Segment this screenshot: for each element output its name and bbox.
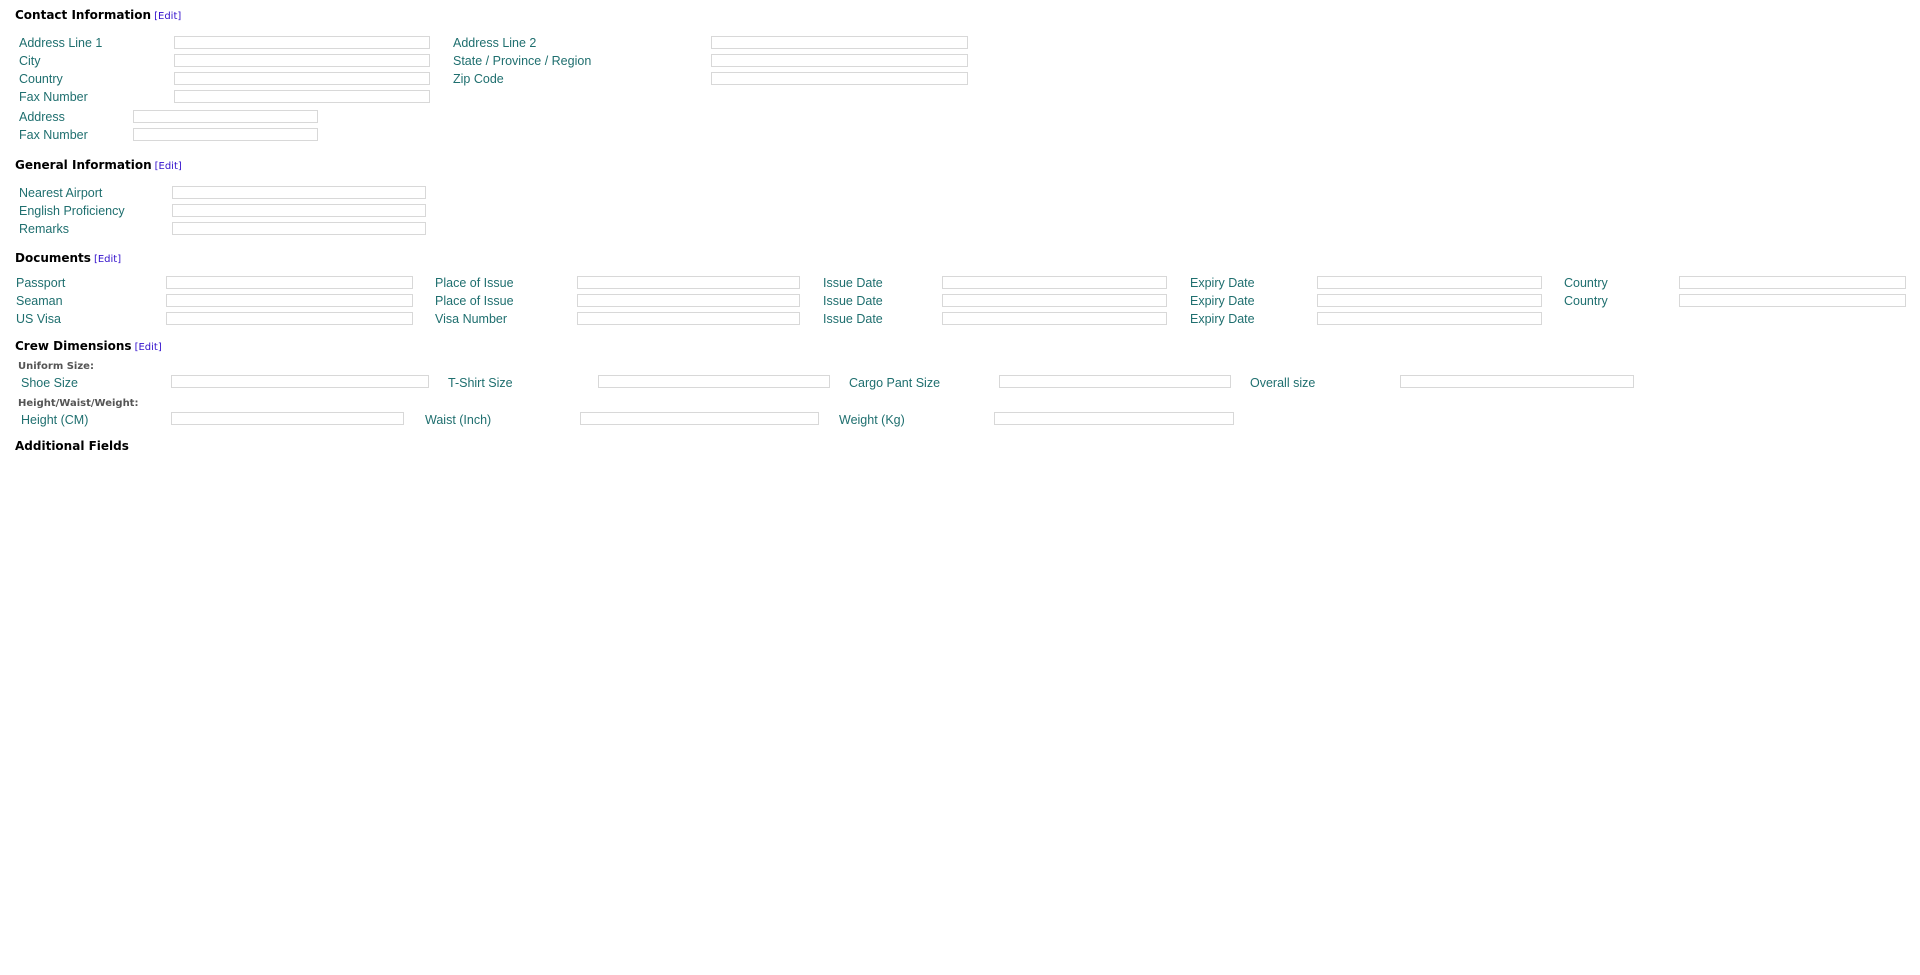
us-visa-expiry-date-field (1317, 312, 1542, 325)
passport-place-of-issue-field (577, 276, 800, 289)
passport-expiry-date-label: Expiry Date (1190, 276, 1255, 290)
weight-label: Weight (Kg) (839, 413, 905, 427)
crew-dimensions-title: Crew Dimensions (15, 339, 132, 353)
english-proficiency-field (172, 204, 426, 217)
passport-issue-date-label: Issue Date (823, 276, 883, 290)
remarks-label: Remarks (19, 222, 70, 236)
address-field (133, 110, 318, 123)
nearest-airport-field (172, 186, 426, 199)
cargo-pant-size-label: Cargo Pant Size (849, 376, 941, 390)
seaman-expiry-date-label: Expiry Date (1190, 294, 1255, 308)
seaman-issue-date-field (942, 294, 1167, 307)
overall-size-label: Overall size (1250, 376, 1316, 390)
general-information-title: General Information (15, 158, 152, 172)
us-visa-number-field (166, 312, 413, 325)
zip-code-label: Zip Code (453, 72, 504, 86)
passport-expiry-date-field (1317, 276, 1542, 289)
height-label: Height (CM) (21, 413, 89, 427)
documents-edit-link[interactable]: [Edit] (94, 254, 121, 265)
fax-number-label: Fax Number (19, 90, 88, 104)
country-label: Country (19, 72, 63, 86)
state-label: State / Province / Region (453, 54, 592, 68)
passport-country-field (1679, 276, 1906, 289)
contact-edit-link[interactable]: [Edit] (154, 11, 181, 22)
us-visa-issue-date-label: Issue Date (823, 312, 883, 326)
fax-number-field (174, 90, 430, 103)
state-field (711, 54, 968, 67)
general-edit-link[interactable]: [Edit] (155, 161, 182, 172)
address-label: Address (19, 110, 65, 124)
passport-number-field (166, 276, 413, 289)
city-field (174, 54, 430, 67)
nearest-airport-label: Nearest Airport (19, 186, 103, 200)
documents-heading: Documents [Edit] (15, 250, 121, 268)
height-waist-weight-heading: Height/Waist/Weight: (18, 398, 139, 409)
us-visa-expiry-date-label: Expiry Date (1190, 312, 1255, 326)
tshirt-size-label: T-Shirt Size (448, 376, 513, 390)
visa-number-label: Visa Number (435, 312, 508, 326)
passport-country-label: Country (1564, 276, 1608, 290)
english-proficiency-label: English Proficiency (19, 204, 125, 218)
overall-size-field (1400, 375, 1634, 388)
seaman-country-field (1679, 294, 1906, 307)
shoe-size-label: Shoe Size (21, 376, 78, 390)
weight-field (994, 412, 1234, 425)
seaman-country-label: Country (1564, 294, 1608, 308)
shoe-size-field (171, 375, 429, 388)
height-field (171, 412, 404, 425)
fax-number-2-label: Fax Number (19, 128, 88, 142)
seaman-issue-date-label: Issue Date (823, 294, 883, 308)
us-visa-issue-date-field (942, 312, 1167, 325)
zip-code-field (711, 72, 968, 85)
waist-field (580, 412, 819, 425)
seaman-expiry-date-field (1317, 294, 1542, 307)
general-information-heading: General Information [Edit] (15, 157, 182, 175)
address-line-2-label: Address Line 2 (453, 36, 537, 50)
us-visa-label: US Visa (16, 312, 61, 326)
country-field (174, 72, 430, 85)
remarks-field (172, 222, 426, 235)
additional-fields-heading: Additional Fields (15, 438, 129, 454)
passport-place-of-issue-label: Place of Issue (435, 276, 514, 290)
documents-title: Documents (15, 251, 91, 265)
seaman-number-field (166, 294, 413, 307)
waist-label: Waist (Inch) (425, 413, 492, 427)
address-line-2-field (711, 36, 968, 49)
cargo-pant-size-field (999, 375, 1231, 388)
seaman-label: Seaman (16, 294, 63, 308)
city-label: City (19, 54, 41, 68)
fax-number-2-field (133, 128, 318, 141)
address-line-1-label: Address Line 1 (19, 36, 103, 50)
visa-number-field (577, 312, 800, 325)
tshirt-size-field (598, 375, 830, 388)
contact-information-heading: Contact Information [Edit] (15, 7, 181, 25)
contact-information-title: Contact Information (15, 8, 152, 22)
crew-edit-link[interactable]: [Edit] (135, 342, 162, 353)
additional-fields-title: Additional Fields (15, 439, 129, 453)
crew-dimensions-heading: Crew Dimensions [Edit] (15, 338, 162, 356)
seaman-place-of-issue-field (577, 294, 800, 307)
uniform-size-heading: Uniform Size: (18, 361, 94, 372)
passport-issue-date-field (942, 276, 1167, 289)
address-line-1-field (174, 36, 430, 49)
passport-label: Passport (16, 276, 66, 290)
seaman-place-of-issue-label: Place of Issue (435, 294, 514, 308)
